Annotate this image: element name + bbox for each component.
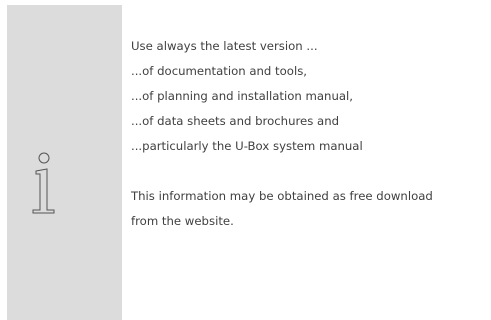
- info-icon: [32, 152, 55, 214]
- notice-text: Use always the latest version ... ...of …: [131, 34, 491, 234]
- info-notice: Use always the latest version ... ...of …: [0, 0, 491, 320]
- notice-footer-line: This information may be obtained as free…: [131, 189, 433, 203]
- notice-line: ...of planning and installation manual,: [131, 89, 353, 103]
- notice-line: Use always the latest version ...: [131, 39, 318, 53]
- notice-line: ...of data sheets and brochures and: [131, 114, 340, 128]
- notice-line: ...particularly the U-Box system manual: [131, 139, 363, 153]
- notice-footer-line: from the website.: [131, 214, 234, 228]
- notice-sidebar: [7, 5, 122, 320]
- notice-line: ...of documentation and tools,: [131, 64, 307, 78]
